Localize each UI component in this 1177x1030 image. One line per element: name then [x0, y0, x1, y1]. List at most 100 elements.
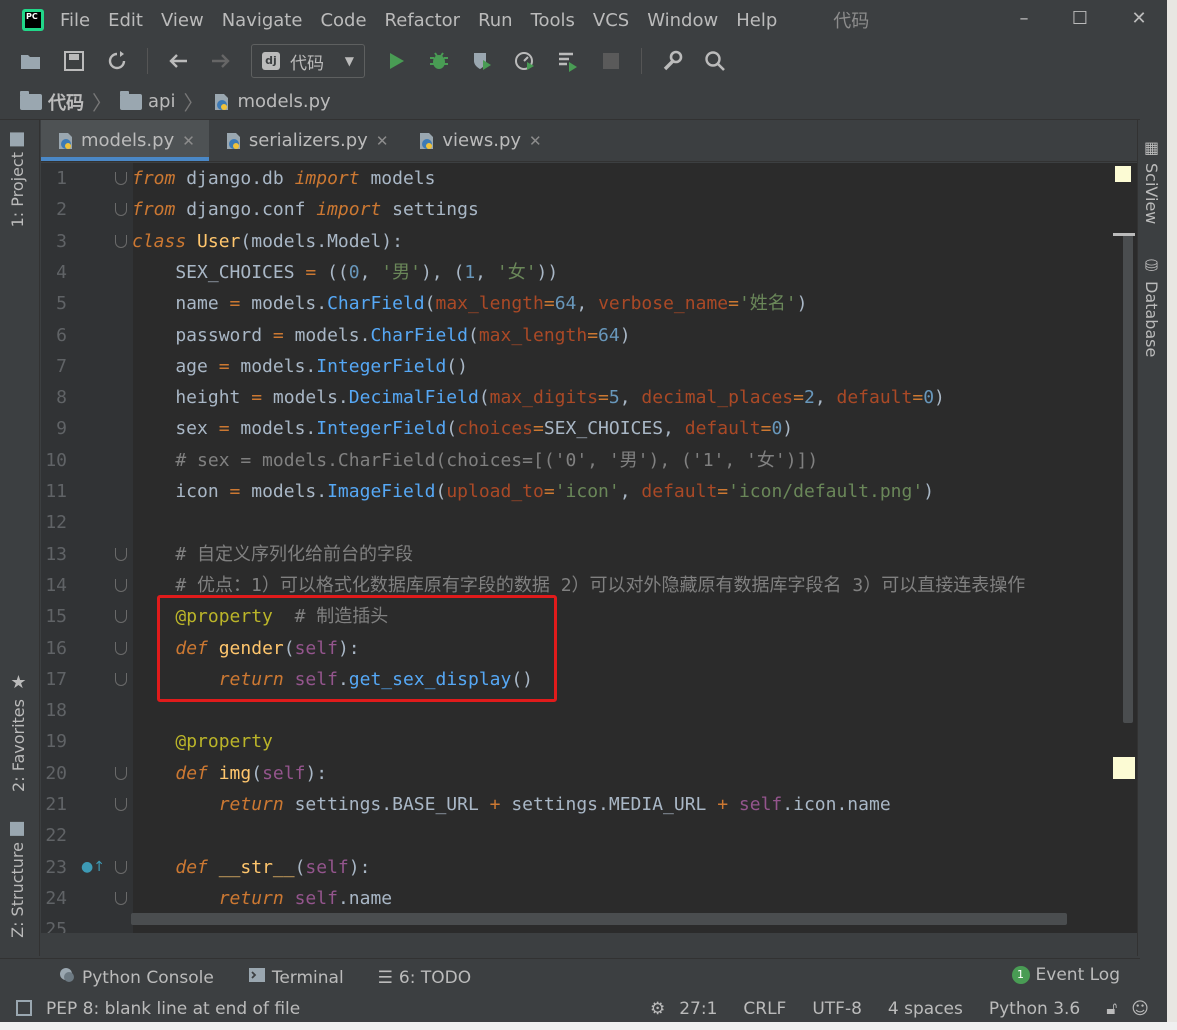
fold-marker-icon[interactable] — [115, 234, 127, 248]
menu-vcs[interactable]: VCS — [591, 8, 631, 33]
debug-icon[interactable] — [426, 48, 452, 74]
fold-marker-icon[interactable] — [115, 860, 127, 874]
code-line[interactable]: 6 password = models.CharField(max_length… — [41, 320, 1137, 351]
right-tool-strip: ▦ SciView ⛁ Database — [1137, 120, 1167, 956]
profile-icon[interactable] — [512, 48, 538, 74]
sync-icon[interactable] — [104, 48, 130, 74]
caret-position[interactable]: 27:1 — [679, 999, 717, 1019]
line-number: 4 — [56, 261, 67, 283]
tab-serializers-py[interactable]: serializers.py ✕ — [209, 120, 403, 161]
code-line[interactable]: 12 — [41, 507, 1137, 538]
code-line[interactable]: 20 def img(self): — [41, 758, 1137, 789]
close-tab-icon[interactable]: ✕ — [182, 132, 195, 150]
menu-tools[interactable]: Tools — [529, 8, 577, 33]
menu-window[interactable]: Window — [645, 8, 720, 33]
forward-arrow-icon[interactable] — [208, 48, 234, 74]
indentation[interactable]: 4 spaces — [888, 999, 963, 1019]
tool-terminal[interactable]: Terminal — [248, 967, 344, 988]
tab-views-py[interactable]: views.py ✕ — [402, 120, 555, 161]
wrench-settings-icon[interactable] — [659, 48, 685, 74]
line-separator[interactable]: CRLF — [743, 999, 786, 1019]
minimize-icon[interactable]: – — [1012, 8, 1036, 32]
menu-run[interactable]: Run — [476, 8, 515, 33]
breadcrumb-item-project[interactable]: 代码 — [20, 89, 84, 115]
open-folder-icon[interactable] — [18, 48, 44, 74]
vertical-scrollbar[interactable] — [1123, 233, 1133, 723]
close-window-icon[interactable]: ✕ — [1127, 8, 1151, 32]
background-tasks-icon[interactable]: ⚙ — [650, 999, 665, 1019]
inspection-ok-icon[interactable] — [1115, 166, 1131, 182]
fold-marker-icon[interactable] — [115, 172, 127, 185]
code-line[interactable]: 2 from django.conf import settings — [41, 194, 1137, 225]
menu-bar: File Edit View Navigate Code Refactor Ru… — [58, 8, 793, 33]
code-line[interactable]: 9 sex = models.IntegerField(choices=SEX_… — [41, 413, 1137, 444]
tool-tab-sciview[interactable]: ▦ SciView — [1142, 138, 1161, 224]
lock-icon[interactable]: 🔓︎ — [1106, 999, 1117, 1019]
menu-help[interactable]: Help — [734, 8, 779, 33]
run-icon[interactable] — [383, 48, 409, 74]
breadcrumb-item-file[interactable]: models.py — [211, 91, 331, 112]
python-interpreter[interactable]: Python 3.6 — [989, 999, 1080, 1019]
status-message: PEP 8: blank line at end of file — [46, 999, 301, 1019]
tool-tab-database[interactable]: ⛁ Database — [1142, 256, 1161, 357]
fold-marker-icon[interactable] — [115, 766, 127, 780]
tool-tab-structure[interactable]: Z: Structure — [8, 822, 27, 938]
toggle-tool-windows-icon[interactable] — [16, 1000, 32, 1016]
run-concurrency-icon[interactable] — [555, 48, 581, 74]
search-icon[interactable] — [702, 48, 728, 74]
code-editor[interactable]: 1 from django.db import models 2 from djang… — [41, 163, 1137, 933]
override-marker-icon[interactable]: ●↑ — [81, 852, 105, 883]
tool-tab-project[interactable]: 1: Project — [8, 132, 27, 227]
save-icon[interactable] — [61, 48, 87, 74]
warning-marker-icon[interactable] — [1113, 757, 1135, 779]
coverage-icon[interactable] — [469, 48, 495, 74]
file-encoding[interactable]: UTF-8 — [812, 999, 862, 1019]
line-number: 1 — [56, 168, 67, 189]
fold-marker-icon[interactable] — [115, 798, 127, 811]
code-line[interactable]: 7 age = models.IntegerField() — [41, 351, 1137, 382]
code-line[interactable]: 3 class User(models.Model): — [41, 226, 1137, 257]
inspector-hector-icon[interactable]: ☺ — [1131, 999, 1149, 1019]
tool-todo[interactable]: ☰ 6: TODO — [378, 968, 471, 988]
back-arrow-icon[interactable] — [165, 48, 191, 74]
breadcrumb-item-api[interactable]: api — [120, 90, 175, 112]
tool-python-console[interactable]: Python Console — [58, 966, 214, 989]
code-line[interactable]: 10 # sex = models.CharField(choices=[('0… — [41, 445, 1137, 476]
fold-marker-icon[interactable] — [115, 610, 127, 624]
run-config-label: 代码 — [290, 53, 324, 74]
code-line[interactable]: 1 from django.db import models — [41, 163, 1137, 194]
horizontal-scrollbar[interactable] — [131, 913, 1067, 925]
maximize-icon[interactable]: ☐ — [1068, 8, 1092, 32]
menu-code[interactable]: Code — [318, 8, 368, 33]
code-line[interactable]: 23 ●↑ def __str__(self): — [41, 852, 1137, 883]
code-line[interactable]: 8 height = models.DecimalField(max_digit… — [41, 382, 1137, 413]
scroll-mark[interactable] — [1113, 233, 1135, 236]
code-line[interactable]: 19 @property — [41, 726, 1137, 757]
close-tab-icon[interactable]: ✕ — [529, 132, 542, 150]
menu-refactor[interactable]: Refactor — [383, 8, 463, 33]
tool-event-log[interactable]: 1 Event Log — [1011, 965, 1120, 985]
tool-tab-favorites[interactable]: 2: Favorites ★ — [8, 672, 29, 792]
code-line[interactable]: 4 SEX_CHOICES = ((0, '男'), (1, '女')) — [41, 257, 1137, 288]
run-configuration-dropdown[interactable]: dj 代码 ▼ — [251, 44, 365, 78]
fold-marker-icon[interactable] — [115, 891, 127, 905]
code-line[interactable]: 24 return self.name — [41, 883, 1137, 914]
tab-models-py[interactable]: models.py ✕ — [41, 120, 209, 161]
code-line[interactable]: 5 name = models.CharField(max_length=64,… — [41, 288, 1137, 319]
code-line[interactable]: 21 return settings.BASE_URL + settings.M… — [41, 789, 1137, 820]
fold-marker-icon[interactable] — [115, 672, 127, 686]
menu-navigate[interactable]: Navigate — [220, 8, 305, 33]
fold-marker-icon[interactable] — [115, 578, 127, 592]
menu-edit[interactable]: Edit — [106, 8, 145, 33]
code-line[interactable]: 11 icon = models.ImageField(upload_to='i… — [41, 476, 1137, 507]
close-tab-icon[interactable]: ✕ — [376, 132, 389, 150]
fold-marker-icon[interactable] — [115, 641, 127, 655]
sciview-icon: ▦ — [1142, 138, 1161, 157]
code-line[interactable]: 13 # 自定义序列化给前台的字段 — [41, 539, 1137, 570]
code-line[interactable]: 22 — [41, 820, 1137, 851]
menu-file[interactable]: File — [58, 8, 92, 33]
fold-marker-icon[interactable] — [115, 547, 127, 561]
fold-marker-icon[interactable] — [115, 203, 127, 217]
menu-view[interactable]: View — [159, 8, 206, 33]
stop-icon[interactable] — [598, 48, 624, 74]
